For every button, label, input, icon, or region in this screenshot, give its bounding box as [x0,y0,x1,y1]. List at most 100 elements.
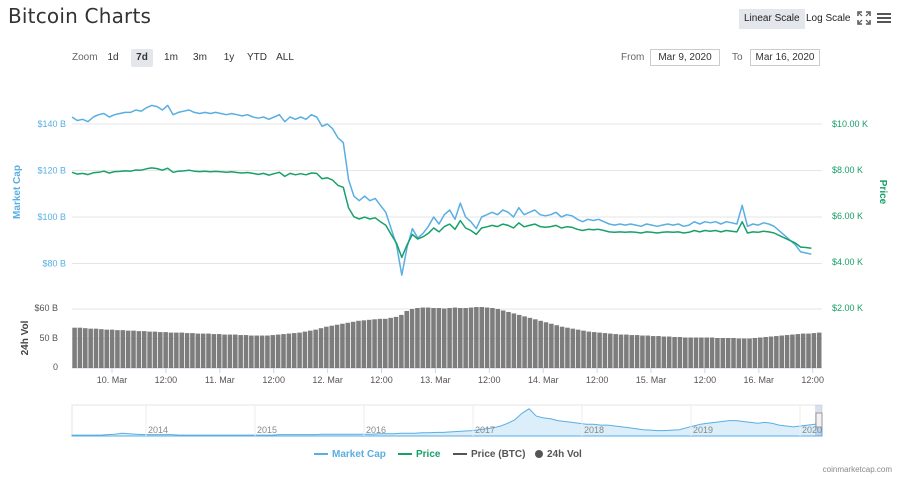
volume-bar [768,336,774,368]
x-tick-label: 11. Mar [205,375,235,385]
legend-line-icon [453,453,467,456]
volume-bar [543,322,549,368]
y-tick-label-right: $2.00 K [832,303,863,313]
volume-bar [436,308,442,368]
volume-bar [736,338,742,368]
volume-bar [452,307,458,368]
volume-bar [249,335,254,368]
volume-bar [570,328,576,368]
volume-bar [527,317,533,368]
volume-bar [388,317,393,368]
volume-bar [506,311,511,368]
market-cap-line [71,104,812,276]
y-tick-label-left: $80 B [42,259,66,269]
volume-bar [522,316,527,368]
volume-bar [259,335,265,368]
volume-bar [302,331,308,368]
main-chart[interactable]: $140 B $120 B $100 B $80 B $10.00 K $8.00 K $6… [0,0,900,478]
volume-bar [383,318,388,368]
volume-bar [516,314,522,368]
volume-bar [174,332,179,368]
volume-bar [495,309,501,368]
volume-bar [254,335,259,368]
volume-bar [533,319,538,368]
volume-bar [168,332,174,368]
volume-bar [372,319,377,368]
volume-bar [447,308,452,368]
legend-dot-icon [535,450,543,459]
legend-item-price[interactable]: Price [398,449,440,460]
volume-bar [233,334,238,368]
volume-bar [586,331,592,368]
volume-bar [581,330,586,368]
volume-bar [136,331,142,368]
volume-bar [318,328,324,368]
volume-bar [608,333,613,368]
volume-bar [356,320,361,368]
legend-label: 24h Vol [547,449,582,460]
volume-bar [190,333,195,368]
volume-bar [420,307,426,368]
x-tick-label: 12:00 [478,375,501,385]
volume-bar [431,308,436,368]
volume-bar [672,337,677,368]
volume-bar [227,334,233,368]
volume-bar [125,330,131,368]
volume-bar [99,329,104,368]
volume-axis-title: 24h Vol [20,320,31,355]
volume-bar [613,334,618,368]
volume-bar [163,332,168,368]
navigator-year-label: 2015 [257,425,277,435]
volume-bar [790,334,795,368]
volume-bar [490,308,495,368]
volume-bar [640,335,645,368]
right-axis-title: Price [877,180,888,205]
volume-bar [313,329,318,368]
volume-bar [265,335,270,368]
volume-bar [158,332,163,368]
y-tick-label-left: $100 B [37,212,66,222]
volume-bar [741,338,747,368]
volume-bar [774,336,779,368]
volume-bar [618,334,624,368]
volume-bar [72,327,77,368]
volume-bar [699,337,704,368]
volume-bar [656,336,661,368]
legend-line-icon [398,453,412,456]
volume-bar [720,338,726,368]
x-tick-label: 12:00 [370,375,393,385]
volume-bar [184,333,190,368]
volume-bar [152,331,158,368]
navigator-year-label: 2018 [584,425,604,435]
volume-bar [763,337,768,368]
volume-bar [222,334,227,368]
volume-bar [415,308,420,368]
volume-bar [549,323,554,368]
volume-bar [758,337,763,368]
legend-item-price-btc[interactable]: Price (BTC) [453,449,525,460]
x-tick-label: 13. Mar [420,375,451,385]
legend-item-24h-vol[interactable]: 24h Vol [535,449,582,460]
volume-bar [200,333,206,368]
volume-bar [243,335,249,368]
x-tick-label: 12:00 [262,375,285,385]
volume-bar [806,333,811,368]
volume-tick-label: 50 B [39,333,58,343]
volume-bar [709,337,715,368]
volume-bar [458,308,463,368]
volume-bar [195,333,201,368]
volume-bar [120,330,126,368]
volume-bar [366,319,372,368]
volume-bar [109,329,115,368]
x-tick-label: 14. Mar [528,375,559,385]
volume-bar [554,325,559,368]
y-tick-label-left: $120 B [37,166,66,176]
y-tick-label-right: $8.00 K [832,165,863,175]
volume-bar [693,337,699,368]
volume-bar [83,328,88,368]
price-line [71,167,812,259]
navigator-year-label: 2017 [475,425,495,435]
volume-bar [361,320,367,368]
volume-bar [650,336,656,368]
legend-item-market-cap[interactable]: Market Cap [314,449,386,460]
